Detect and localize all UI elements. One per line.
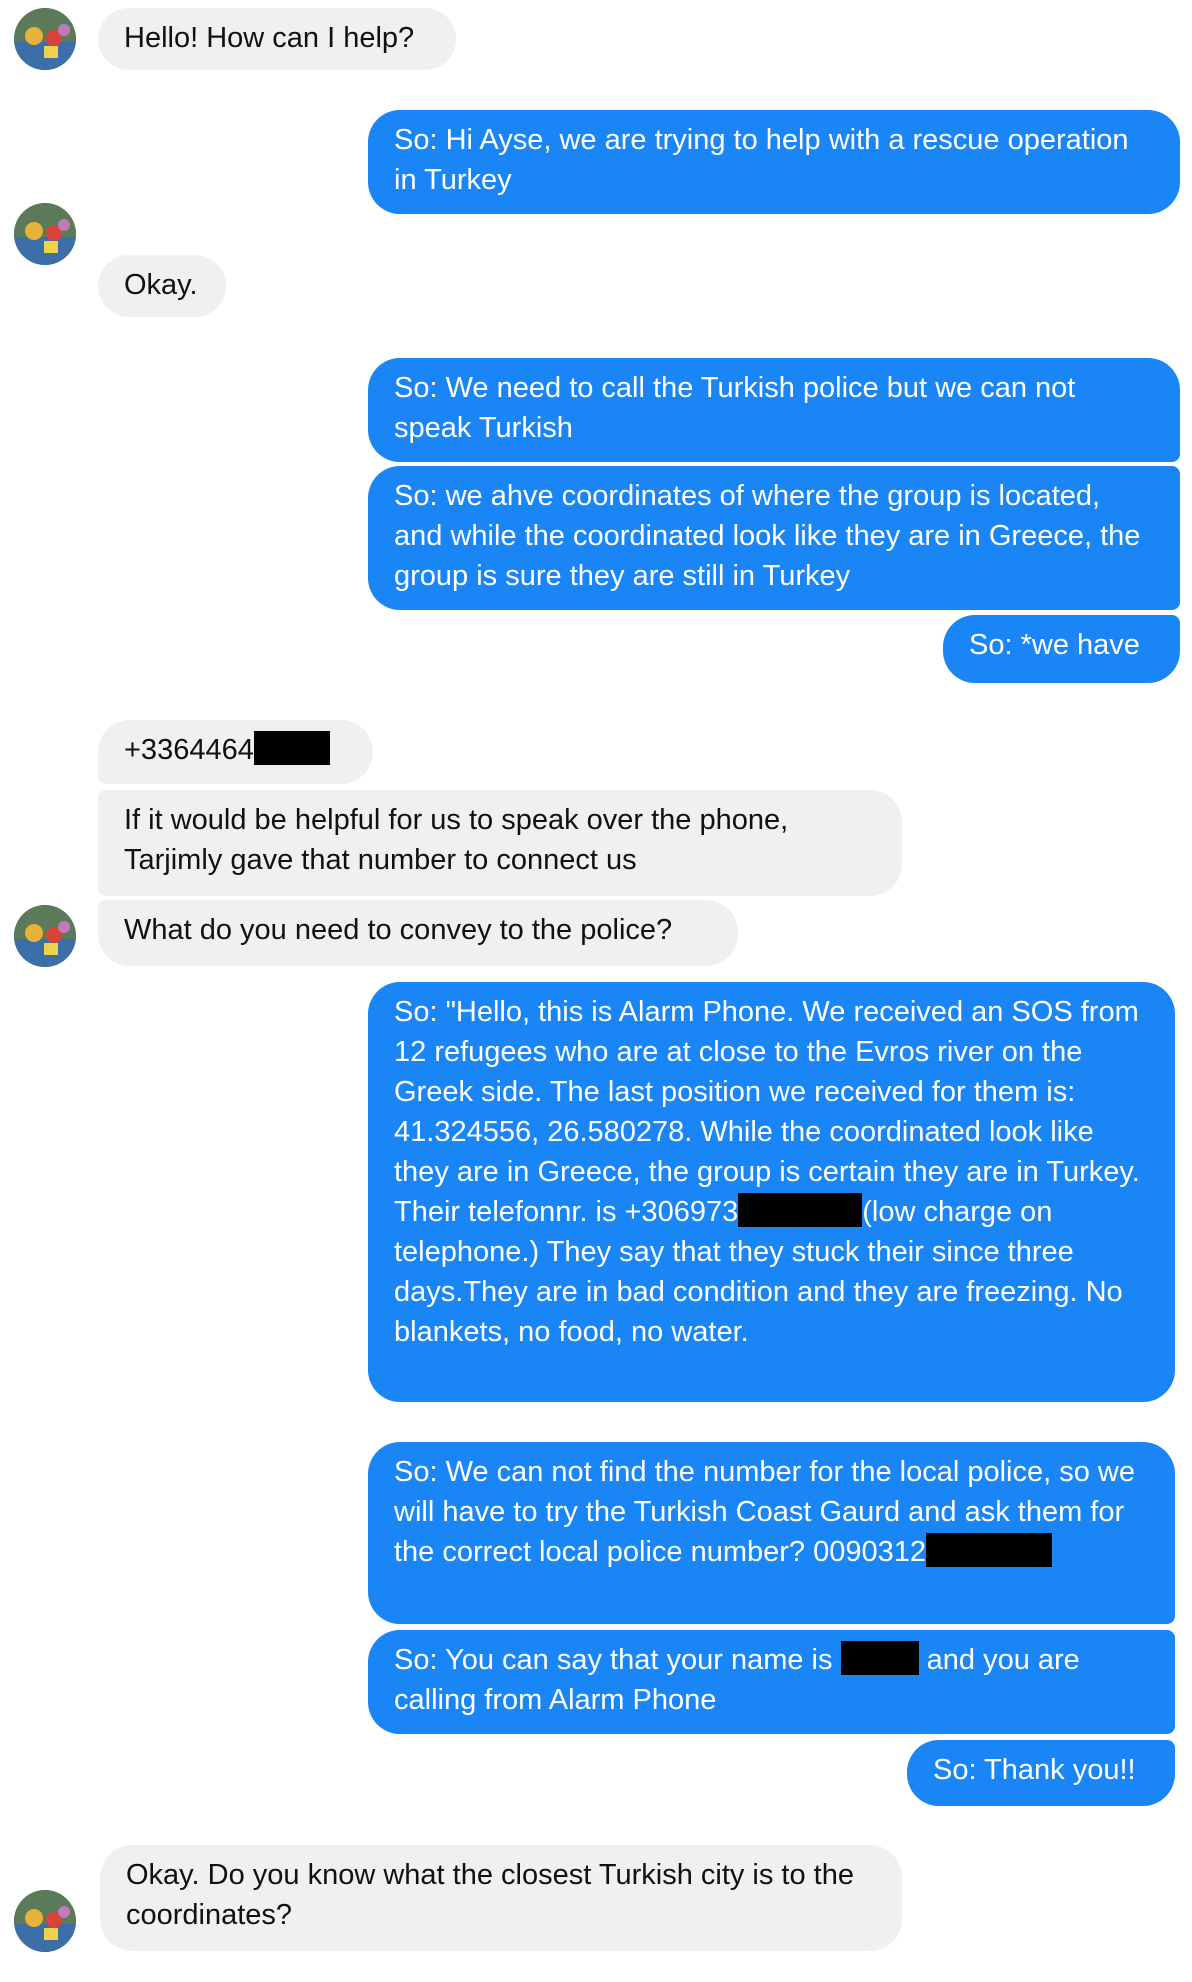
incoming-message[interactable]: Okay. [98,255,226,317]
incoming-message[interactable]: Okay. Do you know what the closest Turki… [100,1845,902,1951]
message-text: What do you need to convey to the police… [124,914,673,946]
contact-avatar-icon[interactable] [14,1890,76,1952]
redacted-name [840,1641,919,1675]
message-text: If it would be helpful for us to speak o… [124,804,789,876]
outgoing-message[interactable]: So: *we have [943,615,1180,683]
message-text: So: *we have [969,629,1140,661]
message-text: So: Hi Ayse, we are trying to help with … [394,124,1129,196]
contact-avatar-icon[interactable] [14,905,76,967]
message-text: Okay. Do you know what the closest Turki… [126,1859,854,1931]
outgoing-message[interactable]: So: Thank you!! [907,1740,1175,1806]
incoming-message[interactable]: +3364464 [98,720,373,784]
incoming-message[interactable]: If it would be helpful for us to speak o… [98,790,902,896]
message-text: So: We need to call the Turkish police b… [394,372,1076,444]
outgoing-message[interactable]: So: You can say that your name is and yo… [368,1630,1175,1734]
outgoing-message[interactable]: So: We need to call the Turkish police b… [368,358,1180,462]
incoming-message[interactable]: What do you need to convey to the police… [98,900,738,966]
message-text: +3364464 [124,734,254,766]
message-text: Okay. [124,269,198,301]
message-text: So: we ahve coordinates of where the gro… [394,480,1141,592]
outgoing-message[interactable]: So: We can not find the number for the l… [368,1442,1175,1624]
outgoing-message[interactable]: So: Hi Ayse, we are trying to help with … [368,110,1180,214]
contact-avatar-icon[interactable] [14,8,76,70]
message-text: So: Thank you!! [933,1754,1136,1786]
redacted-number [738,1193,863,1227]
contact-avatar-icon[interactable] [14,203,76,265]
incoming-message[interactable]: Hello! How can I help? [98,8,456,70]
outgoing-message[interactable]: So: "Hello, this is Alarm Phone. We rece… [368,982,1175,1402]
message-text: Hello! How can I help? [124,22,415,54]
outgoing-message[interactable]: So: we ahve coordinates of where the gro… [368,466,1180,610]
message-text: So: You can say that your name is [394,1644,833,1676]
redacted-number [926,1533,1052,1567]
redacted-number [253,731,330,765]
